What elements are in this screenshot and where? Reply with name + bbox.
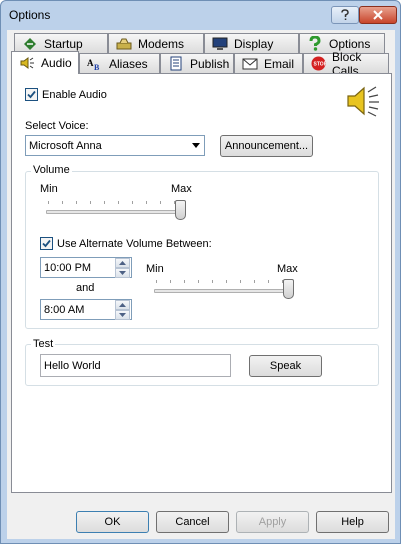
announcement-button[interactable]: Announcement... (220, 135, 313, 157)
display-icon (211, 36, 229, 52)
end-time-value: 8:00 AM (44, 303, 85, 316)
volume-group-label: Volume (31, 164, 72, 176)
slider-tick (198, 280, 199, 283)
chevron-down-icon (192, 143, 200, 148)
voice-select[interactable]: Microsoft Anna (25, 135, 205, 156)
chevron-down-icon (119, 271, 126, 275)
chevron-up-icon (119, 303, 126, 307)
enable-audio-label[interactable]: Enable Audio (42, 89, 107, 101)
slider-tick (48, 201, 49, 204)
slider-tick (268, 280, 269, 283)
title-bar[interactable]: Options (1, 1, 400, 29)
tab-label: Display (234, 36, 274, 51)
test-text-input[interactable]: Hello World (40, 354, 231, 377)
chevron-up-icon (119, 261, 126, 265)
question-mark-icon (341, 9, 349, 20)
slider-tick (90, 201, 91, 204)
email-icon (241, 56, 259, 72)
slider-tick (212, 280, 213, 283)
start-time-spin-up[interactable] (115, 258, 130, 268)
speaker-icon (345, 85, 381, 117)
slider-tick (170, 280, 171, 283)
tab-modems[interactable]: Modems (108, 33, 204, 53)
tab-label: Audio (41, 56, 72, 70)
end-time-spin-down[interactable] (115, 310, 130, 320)
stop-icon: STOP (310, 56, 327, 72)
tab-label: Startup (44, 36, 83, 51)
audio-panel: Enable Audio Select Voice: Microsoft Ann… (11, 73, 392, 493)
alt-max-label: Max (277, 263, 298, 275)
svg-text:A: A (87, 58, 94, 68)
speaker-icon (18, 55, 36, 71)
volume-slider[interactable] (46, 198, 188, 224)
options-window: Options Startup Modems Display Options A… (0, 0, 401, 544)
start-time-spin-down[interactable] (115, 268, 130, 278)
tab-publish[interactable]: Publish (160, 53, 234, 73)
test-text-value: Hello World (44, 359, 101, 372)
volume-min-label: Min (40, 183, 58, 195)
tab-label: Aliases (109, 56, 148, 71)
tab-block-calls[interactable]: STOP Block Calls (303, 50, 389, 78)
alternate-volume-label[interactable]: Use Alternate Volume Between: (57, 238, 212, 250)
alt-min-label: Min (146, 263, 164, 275)
aliases-icon: AB (86, 56, 104, 72)
select-voice-label: Select Voice: (25, 120, 89, 132)
speak-button[interactable]: Speak (249, 355, 322, 377)
help-button[interactable]: Help (316, 511, 389, 533)
checkmark-icon (27, 90, 36, 99)
publish-icon (167, 56, 185, 72)
window-title: Options (9, 8, 51, 22)
slider-tick (62, 201, 63, 204)
slider-tick (104, 201, 105, 204)
chevron-down-icon (119, 313, 126, 317)
ok-button[interactable]: OK (76, 511, 149, 533)
alternate-volume-slider-thumb[interactable] (283, 279, 294, 299)
volume-slider-track (46, 210, 184, 214)
tab-label: Email (264, 56, 295, 71)
slider-tick (240, 280, 241, 283)
svg-text:B: B (94, 63, 100, 71)
tab-audio[interactable]: Audio (11, 51, 79, 74)
voice-select-value: Microsoft Anna (29, 139, 102, 152)
dialog-client-area: Startup Modems Display Options Audio A B… (7, 30, 395, 539)
close-icon (373, 10, 383, 20)
volume-max-label: Max (171, 183, 192, 195)
tab-startup[interactable]: Startup (14, 33, 108, 53)
tab-email[interactable]: Email (234, 53, 303, 73)
tab-label: Modems (138, 36, 185, 51)
slider-tick (160, 201, 161, 204)
slider-tick (254, 280, 255, 283)
checkmark-icon (42, 239, 51, 248)
volume-slider-thumb[interactable] (175, 200, 186, 220)
tab-label: Publish (190, 56, 230, 71)
close-button[interactable] (359, 6, 397, 24)
tab-aliases[interactable]: AB Aliases (79, 53, 160, 73)
tab-label: Options (329, 36, 371, 51)
start-time-value: 10:00 PM (44, 261, 92, 274)
slider-tick (184, 280, 185, 283)
test-group-label: Test (31, 338, 56, 350)
cancel-button[interactable]: Cancel (156, 511, 229, 533)
help-title-button[interactable] (331, 6, 359, 24)
slider-tick (226, 280, 227, 283)
enable-audio-checkbox[interactable] (25, 88, 38, 101)
slider-tick (132, 201, 133, 204)
slider-tick (118, 201, 119, 204)
svg-text:STOP: STOP (313, 62, 326, 68)
tab-display[interactable]: Display (204, 33, 299, 53)
options-icon (306, 36, 324, 52)
slider-tick (76, 201, 77, 204)
alternate-volume-slider[interactable] (154, 277, 296, 303)
alternate-volume-checkbox[interactable] (40, 237, 53, 250)
slider-tick (146, 201, 147, 204)
slider-tick (156, 280, 157, 283)
end-time-spin-up[interactable] (115, 300, 130, 310)
alternate-volume-slider-track (154, 289, 292, 293)
and-label: and (76, 282, 95, 294)
apply-button[interactable]: Apply (236, 511, 309, 533)
startup-icon (21, 36, 39, 52)
modems-icon (115, 36, 133, 52)
